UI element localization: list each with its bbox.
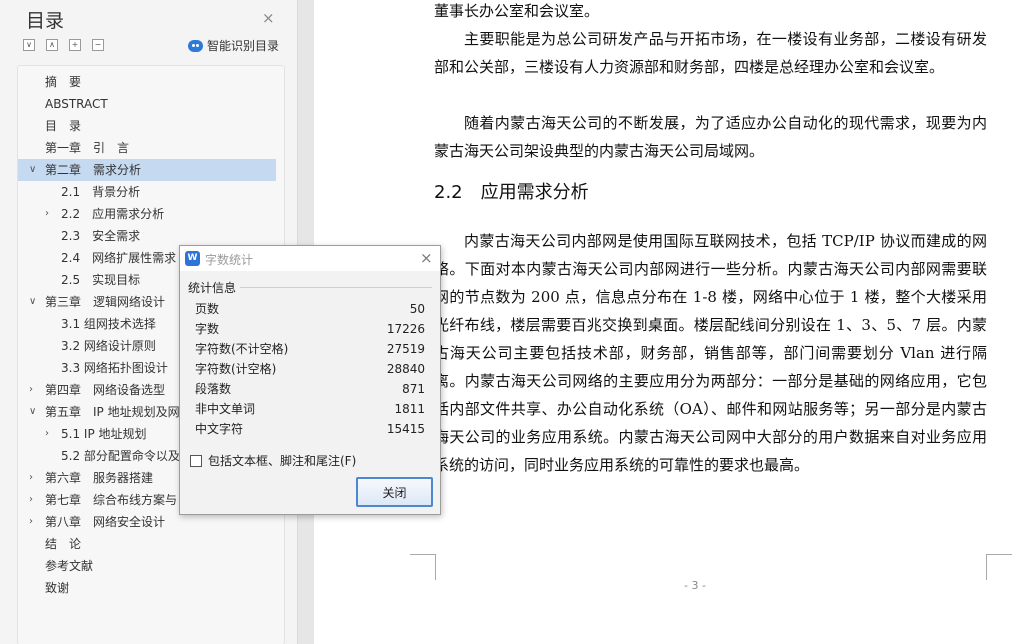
dialog-title: 字数统计 bbox=[205, 253, 254, 267]
toc-item-label: 2.1 背景分析 bbox=[61, 185, 141, 199]
smart-toc-label: 智能识别目录 bbox=[207, 39, 280, 53]
chevron-right-icon[interactable]: › bbox=[29, 467, 33, 489]
robot-icon bbox=[188, 39, 203, 52]
dialog-titlebar[interactable]: W 字数统计 × bbox=[180, 246, 440, 271]
toc-item[interactable]: ABSTRACT bbox=[18, 93, 284, 115]
chevron-right-icon[interactable]: › bbox=[45, 203, 49, 225]
stat-row: 非中文单词 1811 bbox=[195, 399, 425, 419]
body-paragraph: 主要职能是为总公司研发产品与开拓市场，在一楼设有业务部，二楼设有研发部和公关部，… bbox=[434, 30, 987, 76]
toc-item-label: 5.1 IP 地址规划 bbox=[61, 427, 147, 441]
stat-row: 字符数(计空格) 28840 bbox=[195, 359, 425, 379]
stat-label: 非中文单词 bbox=[195, 402, 256, 416]
toc-title: 目录 bbox=[26, 10, 65, 32]
toc-item[interactable]: 第一章 引 言 bbox=[18, 137, 284, 159]
stat-value: 17226 bbox=[386, 322, 425, 336]
toc-item-label: 3.3 网络拓扑图设计 bbox=[61, 361, 168, 375]
chevron-down-icon[interactable]: ∨ bbox=[29, 401, 36, 423]
checkbox-label: 包括文本框、脚注和尾注(F) bbox=[208, 454, 357, 468]
toc-item-label: 3.1 组网技术选择 bbox=[61, 317, 156, 331]
stat-value: 28840 bbox=[386, 362, 425, 376]
body-paragraph: 随着内蒙古海天公司的不断发展，为了适应办公自动化的现代需求，现要为内蒙古海天公司… bbox=[434, 114, 987, 160]
page-corner-mark bbox=[986, 554, 1012, 580]
close-icon[interactable]: × bbox=[262, 9, 275, 27]
toc-item-label: 第一章 引 言 bbox=[45, 141, 130, 155]
toc-item-label: 第八章 网络安全设计 bbox=[45, 515, 166, 529]
toc-item-label: 第七章 综合布线方案与 bbox=[45, 493, 178, 507]
stat-value: 871 bbox=[402, 382, 425, 396]
toc-item-label: 3.2 网络设计原则 bbox=[61, 339, 156, 353]
chevron-down-icon[interactable]: ∨ bbox=[29, 291, 36, 313]
stat-value: 1811 bbox=[394, 402, 425, 416]
body-paragraph: 内蒙古海天公司内部网是使用国际互联网技术，包括 TCP/IP 协议而建成的网络。… bbox=[434, 232, 987, 474]
toc-item-label: 第五章 IP 地址规划及网 bbox=[45, 405, 180, 419]
stat-label: 中文字符 bbox=[195, 422, 244, 436]
wps-logo-icon: W bbox=[185, 251, 200, 266]
stat-label: 字数 bbox=[195, 322, 220, 336]
stats-section-label: 统计信息 bbox=[188, 279, 241, 296]
toc-item-label: 目 录 bbox=[45, 119, 82, 133]
toc-item-label: 5.2 部分配置命令以及 bbox=[61, 449, 180, 463]
toc-item[interactable]: 结 论 bbox=[18, 533, 284, 555]
stat-row: 页数 50 bbox=[195, 299, 425, 319]
stat-row: 字符数(不计空格) 27519 bbox=[195, 339, 425, 359]
collapse-all-icon[interactable]: ∨ bbox=[23, 39, 35, 51]
expand-up-icon[interactable]: ∧ bbox=[46, 39, 58, 51]
stat-value: 27519 bbox=[386, 342, 425, 356]
stat-row: 中文字符 15415 bbox=[195, 419, 425, 439]
stat-row: 字数 17226 bbox=[195, 319, 425, 339]
toc-item[interactable]: 2.1 背景分析 bbox=[18, 181, 284, 203]
checkbox-box[interactable] bbox=[190, 454, 202, 467]
toc-item-label: 参考文献 bbox=[45, 559, 94, 573]
chevron-down-icon[interactable]: ∨ bbox=[29, 159, 36, 181]
body-paragraph: 董事长办公室和会议室。 bbox=[434, 2, 600, 20]
toc-item-label: ABSTRACT bbox=[45, 97, 108, 111]
word-count-dialog: W 字数统计 × 统计信息 页数 50 字数 17226 字符数(不计空格) 27519 字… bbox=[179, 245, 441, 515]
page-corner-mark bbox=[410, 554, 436, 580]
chevron-right-icon[interactable]: › bbox=[29, 379, 33, 401]
page-number: - 3 - bbox=[684, 579, 706, 592]
toc-item-label: 第六章 服务器搭建 bbox=[45, 471, 154, 485]
stat-label: 字符数(计空格) bbox=[195, 362, 277, 376]
close-icon[interactable]: × bbox=[420, 249, 433, 267]
toc-item-label: 致谢 bbox=[45, 581, 70, 595]
toc-item-label: 2.2 应用需求分析 bbox=[61, 207, 165, 221]
toc-item-label: 结 论 bbox=[45, 537, 82, 551]
toc-item[interactable]: ∨ 第二章 需求分析 bbox=[18, 159, 276, 181]
chevron-right-icon[interactable]: › bbox=[29, 489, 33, 511]
stat-label: 页数 bbox=[195, 302, 220, 316]
toc-item-label: 第四章 网络设备选型 bbox=[45, 383, 166, 397]
close-button[interactable]: 关闭 bbox=[356, 477, 433, 507]
toc-item-label: 第二章 需求分析 bbox=[45, 163, 142, 177]
toc-item[interactable]: 目 录 bbox=[18, 115, 284, 137]
chevron-right-icon[interactable]: › bbox=[29, 511, 33, 533]
stat-label: 段落数 bbox=[195, 382, 232, 396]
stat-value: 15415 bbox=[386, 422, 425, 436]
stat-label: 字符数(不计空格) bbox=[195, 342, 289, 356]
toc-item-label: 第三章 逻辑网络设计 bbox=[45, 295, 166, 309]
toc-item-label: 摘 要 bbox=[45, 75, 82, 89]
stat-row: 段落数 871 bbox=[195, 379, 425, 399]
toc-item[interactable]: 2.3 安全需求 bbox=[18, 225, 284, 247]
toc-item-label: 2.5 实现目标 bbox=[61, 273, 141, 287]
toc-item-label: 2.3 安全需求 bbox=[61, 229, 141, 243]
toc-item[interactable]: 参考文献 bbox=[18, 555, 284, 577]
smart-toc-button[interactable]: 智能识别目录 bbox=[188, 37, 279, 54]
remove-heading-icon[interactable]: − bbox=[92, 39, 104, 51]
toc-item[interactable]: › 2.2 应用需求分析 bbox=[18, 203, 284, 225]
section-heading: 2.2 应用需求分析 bbox=[434, 182, 589, 203]
stat-value: 50 bbox=[409, 302, 425, 316]
stats-table: 页数 50 字数 17226 字符数(不计空格) 27519 字符数(计空格) 28840 段落… bbox=[195, 299, 425, 439]
include-notes-checkbox[interactable]: 包括文本框、脚注和尾注(F) bbox=[190, 452, 356, 469]
toc-item[interactable]: 致谢 bbox=[18, 577, 284, 599]
toc-item-label: 2.4 网络扩展性需求 bbox=[61, 251, 177, 265]
toc-item[interactable]: 摘 要 bbox=[18, 71, 284, 93]
section-divider bbox=[240, 287, 432, 288]
add-heading-icon[interactable]: + bbox=[69, 39, 81, 51]
chevron-right-icon[interactable]: › bbox=[45, 423, 49, 445]
